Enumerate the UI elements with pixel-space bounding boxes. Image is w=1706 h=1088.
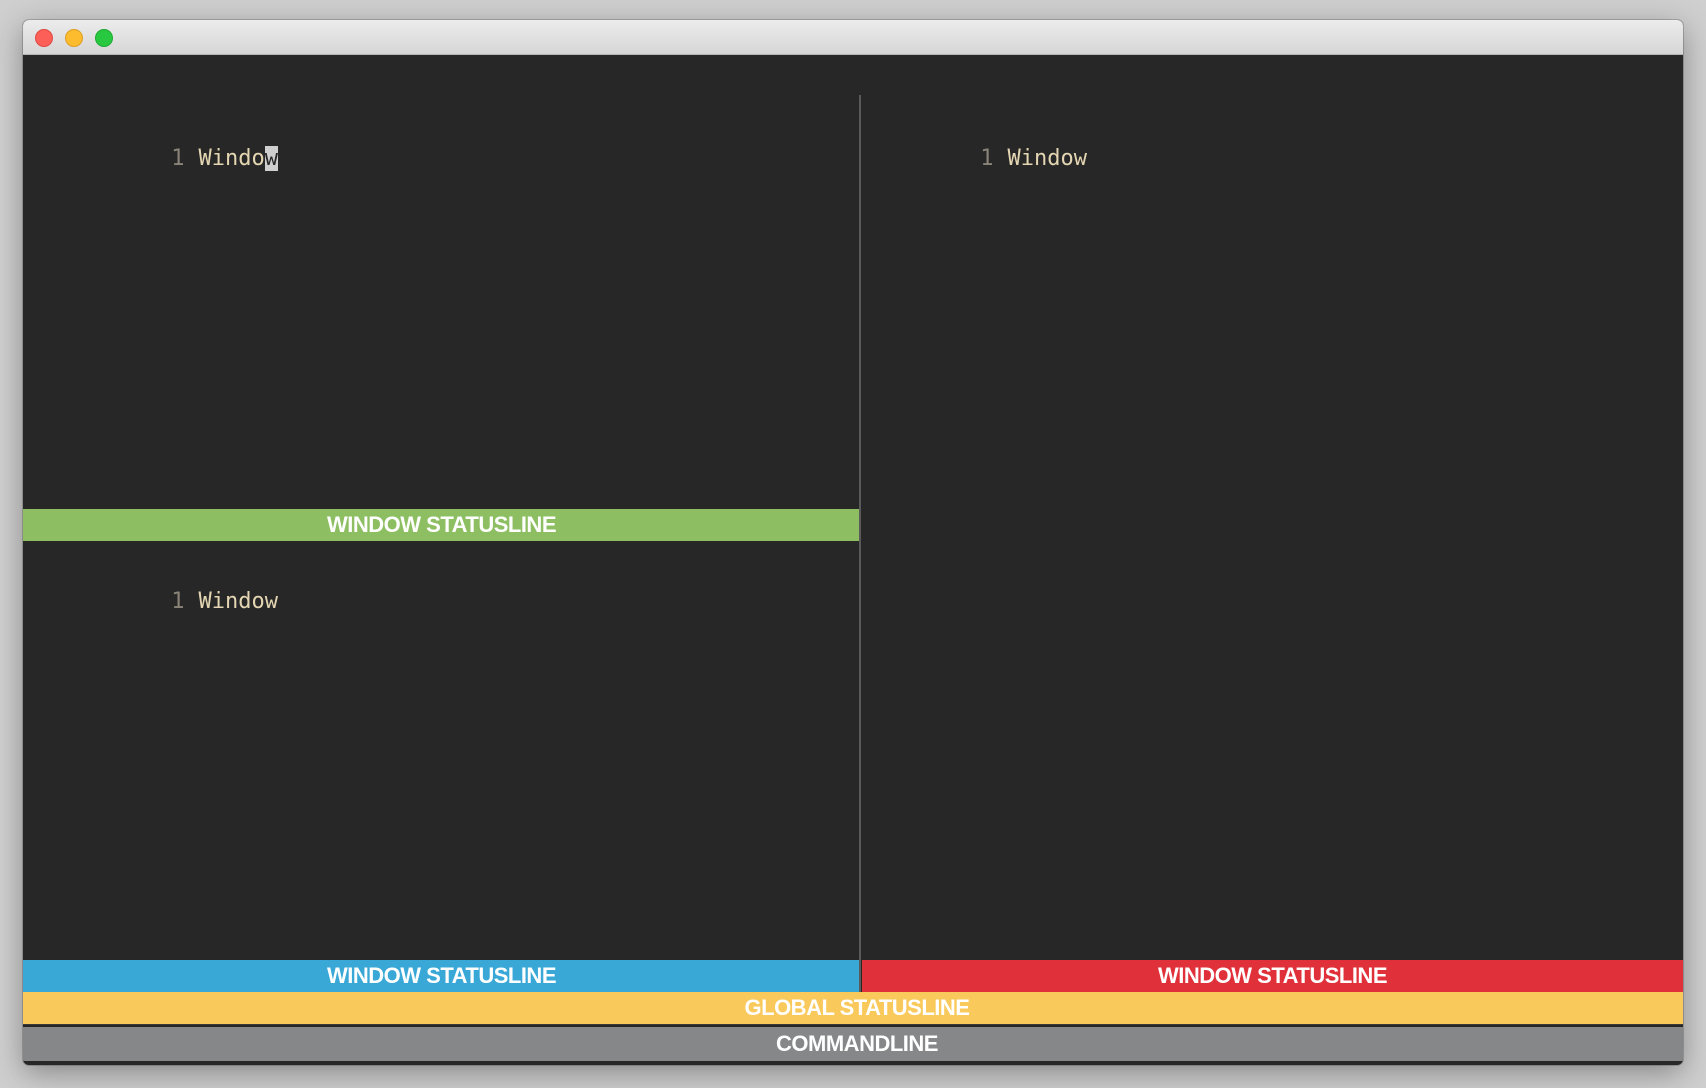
line-text-before-cursor: Windo	[198, 146, 265, 171]
close-button[interactable]	[35, 29, 53, 47]
line-number: 1	[980, 146, 994, 171]
editor-line[interactable]: 1 Window	[894, 114, 1087, 204]
commandline[interactable]: COMMANDLINE	[23, 1027, 1683, 1061]
editor-pane-right[interactable]: 1 Window	[861, 55, 1683, 960]
line-number: 1	[171, 589, 185, 614]
zoom-button[interactable]	[95, 29, 113, 47]
window-statusline-bottom-left: WINDOW STATUSLINE	[23, 960, 860, 992]
minimize-button[interactable]	[65, 29, 83, 47]
line-text: Window	[198, 589, 278, 614]
line-text: Window	[198, 146, 278, 171]
editor-pane-top-left[interactable]: 1 Window	[23, 55, 859, 509]
terminal-window: 1 Window WINDOW STATUSLINE 1 Window WINDOW…	[23, 20, 1683, 1065]
window-statusline-right: WINDOW STATUSLINE	[862, 960, 1683, 992]
editor-line[interactable]: 1 Window	[85, 114, 278, 204]
text-cursor: w	[264, 146, 278, 171]
global-statusline: GLOBAL STATUSLINE	[23, 992, 1683, 1024]
editor-line[interactable]: 1 Window	[85, 557, 278, 647]
editor-pane-bottom-left[interactable]: 1 Window	[23, 541, 859, 960]
title-bar	[23, 20, 1683, 55]
window-statusline-top-left: WINDOW STATUSLINE	[23, 509, 860, 541]
line-number: 1	[171, 146, 185, 171]
line-text: Window	[1007, 146, 1087, 171]
